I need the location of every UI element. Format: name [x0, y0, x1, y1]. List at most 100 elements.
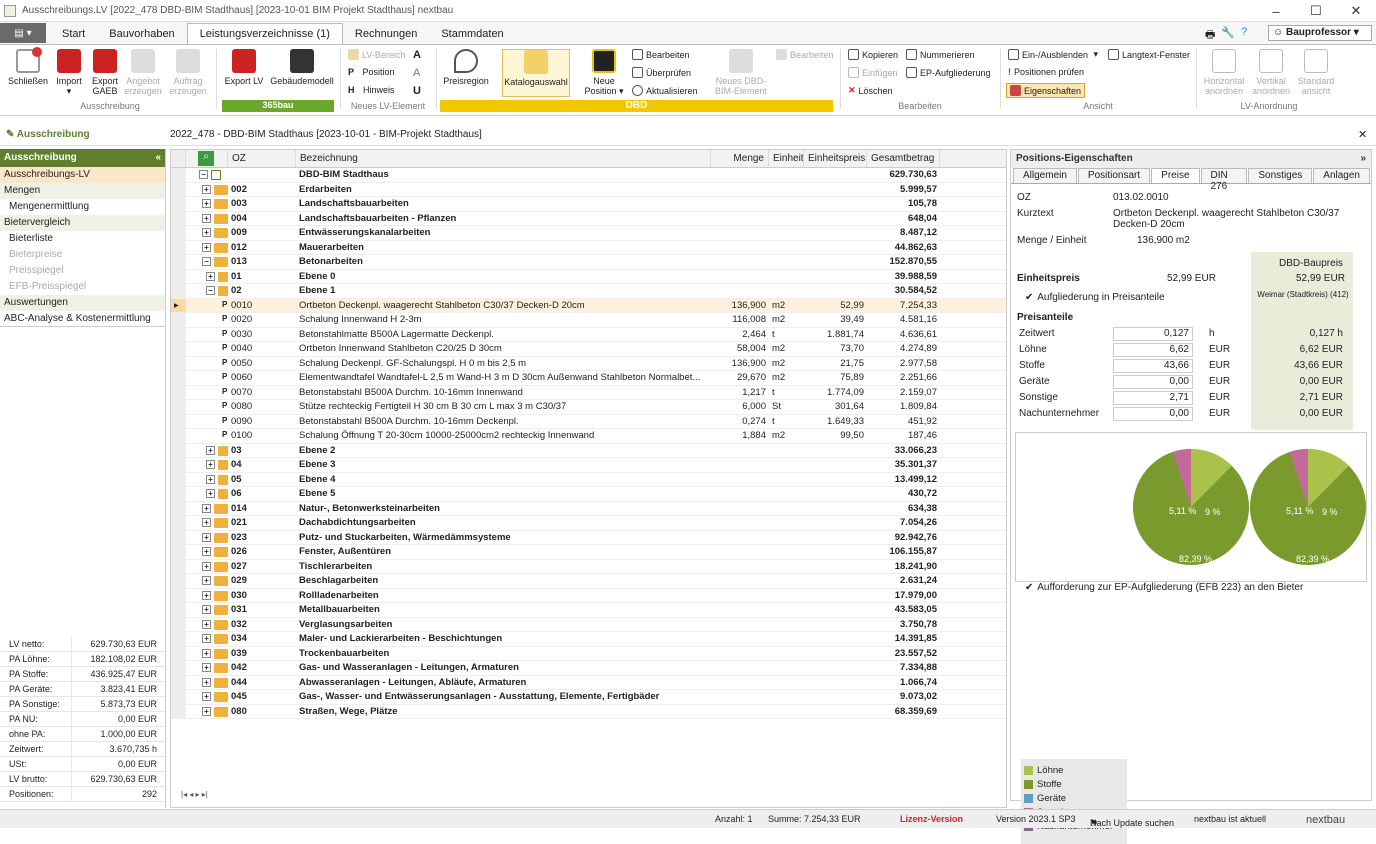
file-menu-button[interactable]: ▤ ▾: [0, 23, 46, 43]
nav-item[interactable]: Preisspiegel: [0, 263, 165, 279]
neue-position-button[interactable]: Neue Position ▾: [584, 49, 624, 96]
col-einheit[interactable]: Einheit: [769, 150, 804, 167]
expand-icon[interactable]: +: [206, 489, 215, 498]
expand-icon[interactable]: +: [202, 706, 211, 716]
nav-item[interactable]: Mengenermittlung: [0, 199, 165, 215]
position-row[interactable]: P 0020 Schalung Innenwand H 2-3m 116,008 m2 3…: [171, 313, 1006, 328]
nav-item[interactable]: Bieterpreise: [0, 247, 165, 263]
expand-icon[interactable]: +: [202, 692, 211, 701]
folder-row[interactable]: +045 Gas-, Wasser- und Entwässerungsanlag…: [171, 690, 1006, 705]
folder-row[interactable]: +029 Beschlagarbeiten 2.631,24: [171, 574, 1006, 589]
folder-row[interactable]: +080 Straßen, Wege, Plätze 68.359,69: [171, 704, 1006, 719]
props-tab[interactable]: Anlagen: [1313, 168, 1370, 183]
expand-icon[interactable]: +: [202, 184, 211, 194]
neues-bim-button[interactable]: Neues DBD-BIM-Element: [710, 49, 772, 96]
expand-icon[interactable]: +: [202, 576, 211, 585]
expand-icon[interactable]: +: [202, 648, 211, 658]
collapse-icon[interactable]: −: [202, 257, 211, 266]
tab-stammdaten[interactable]: Stammdaten: [429, 24, 515, 44]
folder-row[interactable]: +05 Ebene 4 13.499,12: [171, 472, 1006, 487]
anteil-input[interactable]: 6,62: [1113, 343, 1193, 357]
katalogauswahl-button[interactable]: Katalogauswahl: [502, 49, 570, 97]
expand-icon[interactable]: +: [202, 677, 211, 687]
auftrag-button[interactable]: Auftrag erzeugen: [166, 49, 210, 96]
expand-icon[interactable]: +: [202, 199, 211, 208]
export-lv-button[interactable]: Export LV: [222, 49, 266, 86]
positionen-pruefen-button[interactable]: ! Positionen prüfen: [1008, 67, 1084, 77]
nav-item[interactable]: Bieterliste: [0, 231, 165, 247]
folder-row[interactable]: +002 Erdarbeiten 5.999,57: [171, 182, 1006, 197]
position-row[interactable]: P 0090 Betonstabstahl B500A Durchm. 10-16m…: [171, 414, 1006, 429]
expand-icon[interactable]: +: [202, 605, 211, 614]
col-gesamtbetrag[interactable]: Gesamtbetrag: [867, 150, 940, 167]
collapse-icon[interactable]: −: [199, 170, 208, 179]
expand-icon[interactable]: +: [206, 271, 215, 281]
tab-bauvorhaben[interactable]: Bauvorhaben: [97, 24, 186, 44]
vertikal-anordnen-button[interactable]: Vertikal anordnen: [1250, 49, 1292, 96]
anteil-input[interactable]: 0,00: [1113, 375, 1193, 389]
nav-item[interactable]: Bietervergleich: [0, 215, 165, 231]
close-button[interactable]: ✕: [1336, 0, 1376, 22]
expand-icon[interactable]: +: [202, 213, 211, 223]
eigenschaften-button[interactable]: Eigenschaften: [1006, 83, 1086, 98]
help-icon[interactable]: ?: [1241, 26, 1247, 45]
standard-ansicht-button[interactable]: Standard ansicht: [1294, 49, 1338, 96]
folder-row[interactable]: +044 Abwasseranlagen - Leitungen, Abläufe…: [171, 675, 1006, 690]
collapse-icon[interactable]: «: [155, 152, 161, 164]
expand-icon[interactable]: +: [202, 561, 211, 571]
font-size-icon[interactable]: A: [413, 67, 420, 79]
expand-icon[interactable]: »: [1360, 153, 1366, 165]
folder-row[interactable]: +004 Landschaftsbauarbeiten - Pflanzen 648…: [171, 211, 1006, 226]
efb-checkbox[interactable]: ✔ Aufforderung zur EP-Aufgliederung (EFB…: [1025, 582, 1303, 593]
dbd-bearbeiten-button[interactable]: Bearbeiten: [632, 49, 690, 60]
expand-icon[interactable]: +: [202, 634, 211, 643]
props-tab[interactable]: Positionsart: [1077, 168, 1151, 183]
search-button[interactable]: ⌕: [186, 150, 228, 167]
folder-row[interactable]: +034 Maler- und Lackierarbeiten - Beschic…: [171, 632, 1006, 647]
aktualisieren-button[interactable]: Aktualisieren: [632, 85, 698, 96]
minimize-button[interactable]: –: [1256, 0, 1296, 22]
settings-icon[interactable]: 🔧: [1221, 26, 1235, 45]
expand-icon[interactable]: +: [202, 228, 211, 237]
expand-icon[interactable]: +: [202, 590, 211, 600]
font-a-icon[interactable]: A: [413, 49, 421, 61]
col-bezeichnung[interactable]: Bezeichnung: [296, 150, 711, 167]
ein-ausblenden-button[interactable]: Ein-/Ausblenden ▾: [1008, 49, 1098, 60]
folder-row[interactable]: − 02 Ebene 1 30.584,52: [171, 284, 1006, 299]
expand-icon[interactable]: +: [202, 532, 211, 542]
kopieren-button[interactable]: Kopieren: [848, 49, 898, 60]
anteil-input[interactable]: 0,00: [1113, 407, 1193, 421]
position-row[interactable]: P 0060 Elementwandtafel Wandtafel-L 2,5 m …: [171, 371, 1006, 386]
collapse-icon[interactable]: −: [206, 286, 215, 295]
expand-icon[interactable]: +: [202, 242, 211, 252]
nav-item[interactable]: Mengen: [0, 183, 165, 199]
folder-row[interactable]: +009 Entwässerungskanalarbeiten 8.487,12: [171, 226, 1006, 241]
hinweis-button[interactable]: H Hinweis: [348, 85, 395, 95]
tab-rechnungen[interactable]: Rechnungen: [343, 24, 429, 44]
expand-icon[interactable]: +: [206, 474, 215, 484]
close-panel-button[interactable]: ✕: [1358, 128, 1367, 141]
folder-row[interactable]: +021 Dachabdichtungsarbeiten 7.054,26: [171, 516, 1006, 531]
nav-item[interactable]: Auswertungen: [0, 295, 165, 311]
angebot-button[interactable]: Angebot erzeugen: [124, 49, 162, 96]
nav-item[interactable]: Ausschreibungs-LV: [0, 167, 165, 183]
folder-row[interactable]: − 013 Betonarbeiten 152.870,55: [171, 255, 1006, 270]
position-row[interactable]: P 0030 Betonstahlmatte B500A Lagermatte De…: [171, 327, 1006, 342]
export-gaeb-button[interactable]: Export GAEB: [88, 49, 122, 96]
preisregion-button[interactable]: Preisregion: [440, 49, 492, 86]
props-tab[interactable]: Allgemein: [1013, 168, 1077, 183]
nav-item[interactable]: EFB-Preisspiegel: [0, 279, 165, 295]
folder-row[interactable]: +012 Mauerarbeiten 44.862,63: [171, 240, 1006, 255]
folder-row[interactable]: +01 Ebene 0 39.988,59: [171, 269, 1006, 284]
folder-row[interactable]: +042 Gas- und Wasseranlagen - Leitungen, …: [171, 661, 1006, 676]
langtext-fenster-button[interactable]: Langtext-Fenster: [1108, 49, 1190, 60]
maximize-button[interactable]: ☐: [1296, 0, 1336, 22]
position-row[interactable]: P 0050 Schalung Deckenpl. GF-Schalungspl. …: [171, 356, 1006, 371]
expand-icon[interactable]: +: [206, 445, 215, 455]
folder-row[interactable]: +030 Rollladenarbeiten 17.979,00: [171, 588, 1006, 603]
position-row[interactable]: P 0100 Schalung Öffnung T 20-30cm 10000-25…: [171, 429, 1006, 444]
aufgliederung-checkbox[interactable]: ✔ Aufgliederung in Preisanteile: [1025, 292, 1165, 303]
anteil-input[interactable]: 43,66: [1113, 359, 1193, 373]
print-icon[interactable]: 🖶: [1205, 26, 1215, 45]
bim-bearbeiten-button[interactable]: Bearbeiten: [776, 49, 834, 60]
